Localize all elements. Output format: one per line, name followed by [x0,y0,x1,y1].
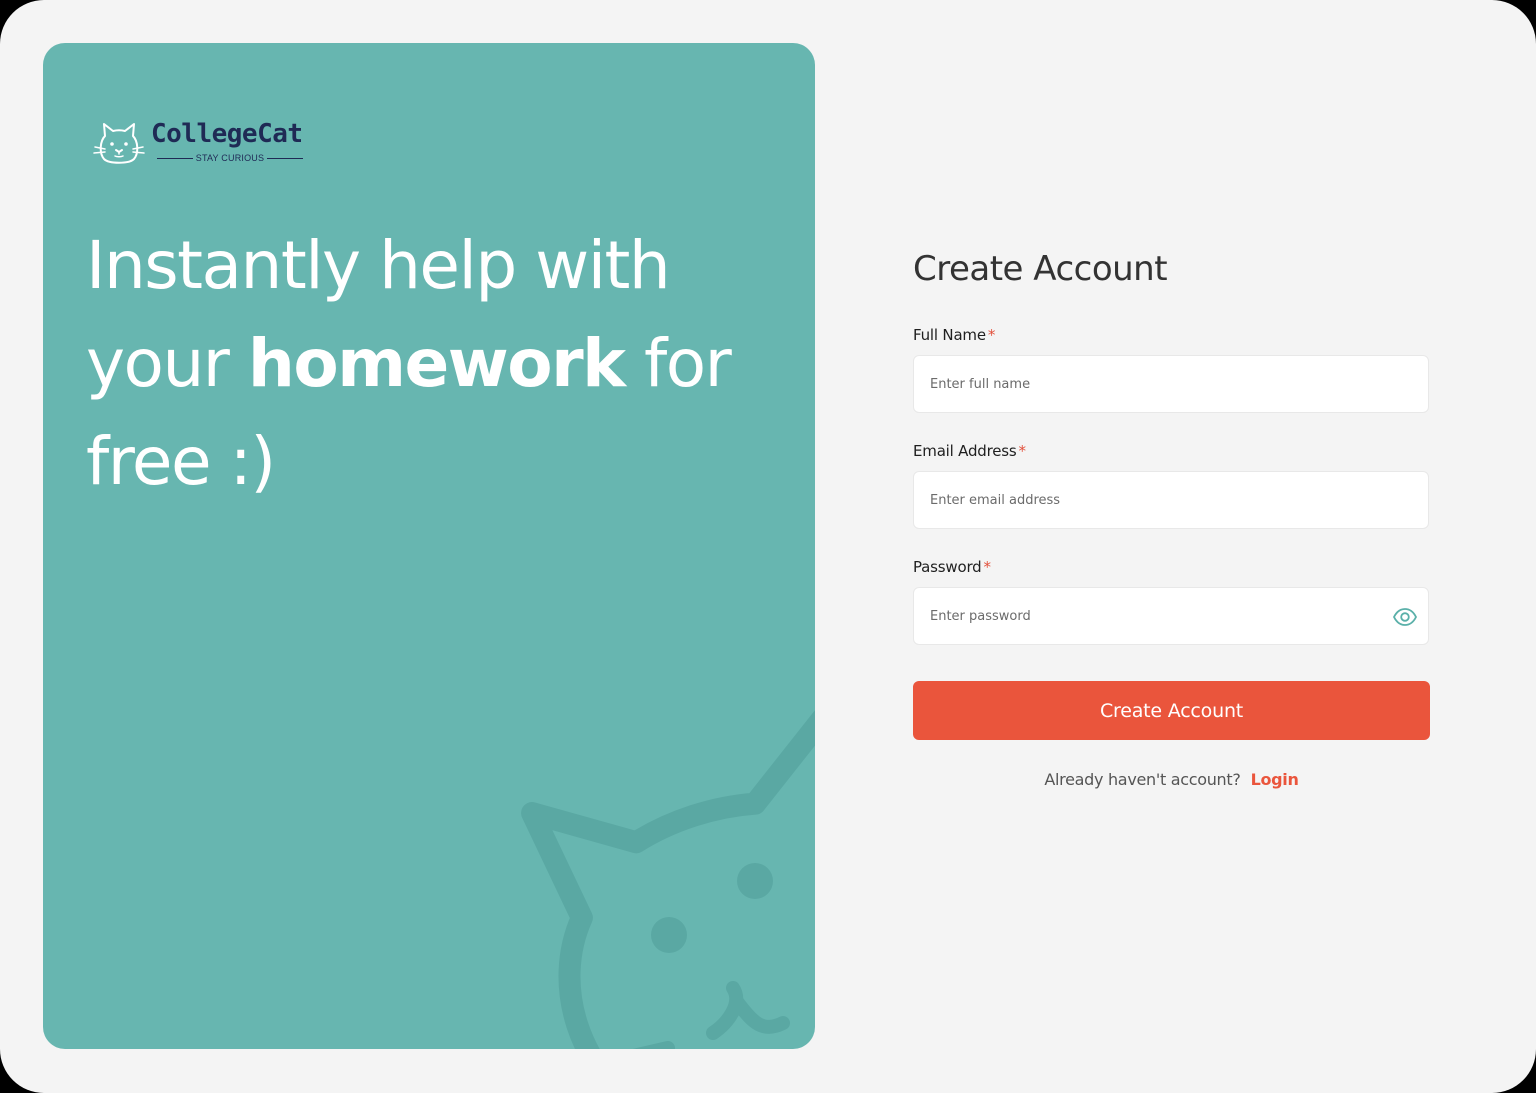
brand-logo[interactable]: CollegeCat STAY CURIOUS [91,119,331,169]
brand-name: CollegeCat [151,119,303,149]
required-mark: * [1018,442,1027,460]
form-title: Create Account [913,249,1168,289]
tagline-divider-right [267,158,303,159]
headline-line-1: Instantly help with [86,227,671,304]
login-prompt-text: Already haven't account? [1044,770,1241,789]
brand-tagline: STAY CURIOUS [195,153,265,163]
signup-page: CollegeCat STAY CURIOUS Instantly help w… [0,0,1536,1093]
headline-emphasis: homework [247,325,626,402]
headline-line-2-end: for [624,325,732,402]
cat-head-icon [93,123,145,164]
cat-head-watermark-icon [521,707,815,1049]
tagline-divider-left [157,158,193,159]
required-mark: * [983,558,991,576]
password-label-text: Password [913,558,982,576]
full-name-label: Full Name * [913,325,995,345]
required-mark: * [987,326,996,344]
brand-tagline-row: STAY CURIOUS [157,151,303,165]
full-name-label-text: Full Name [913,326,986,344]
hero-headline: Instantly help with your homework for fr… [86,217,786,511]
email-input[interactable] [930,472,1370,528]
login-link[interactable]: Login [1251,770,1299,789]
password-field[interactable] [913,587,1429,645]
email-field[interactable] [913,471,1429,529]
eye-icon[interactable] [1392,604,1418,630]
email-label: Email Address * [913,441,1026,461]
full-name-field[interactable] [913,355,1429,413]
full-name-input[interactable] [930,356,1370,412]
login-prompt-row: Already haven't account? Login [913,768,1430,792]
email-label-text: Email Address [913,442,1017,460]
password-input[interactable] [930,588,1370,644]
headline-line-2-start: your [86,325,248,402]
headline-line-3: free :) [86,423,276,500]
create-account-button[interactable]: Create Account [913,681,1430,740]
password-label: Password * [913,557,991,577]
hero-panel: CollegeCat STAY CURIOUS Instantly help w… [43,43,815,1049]
